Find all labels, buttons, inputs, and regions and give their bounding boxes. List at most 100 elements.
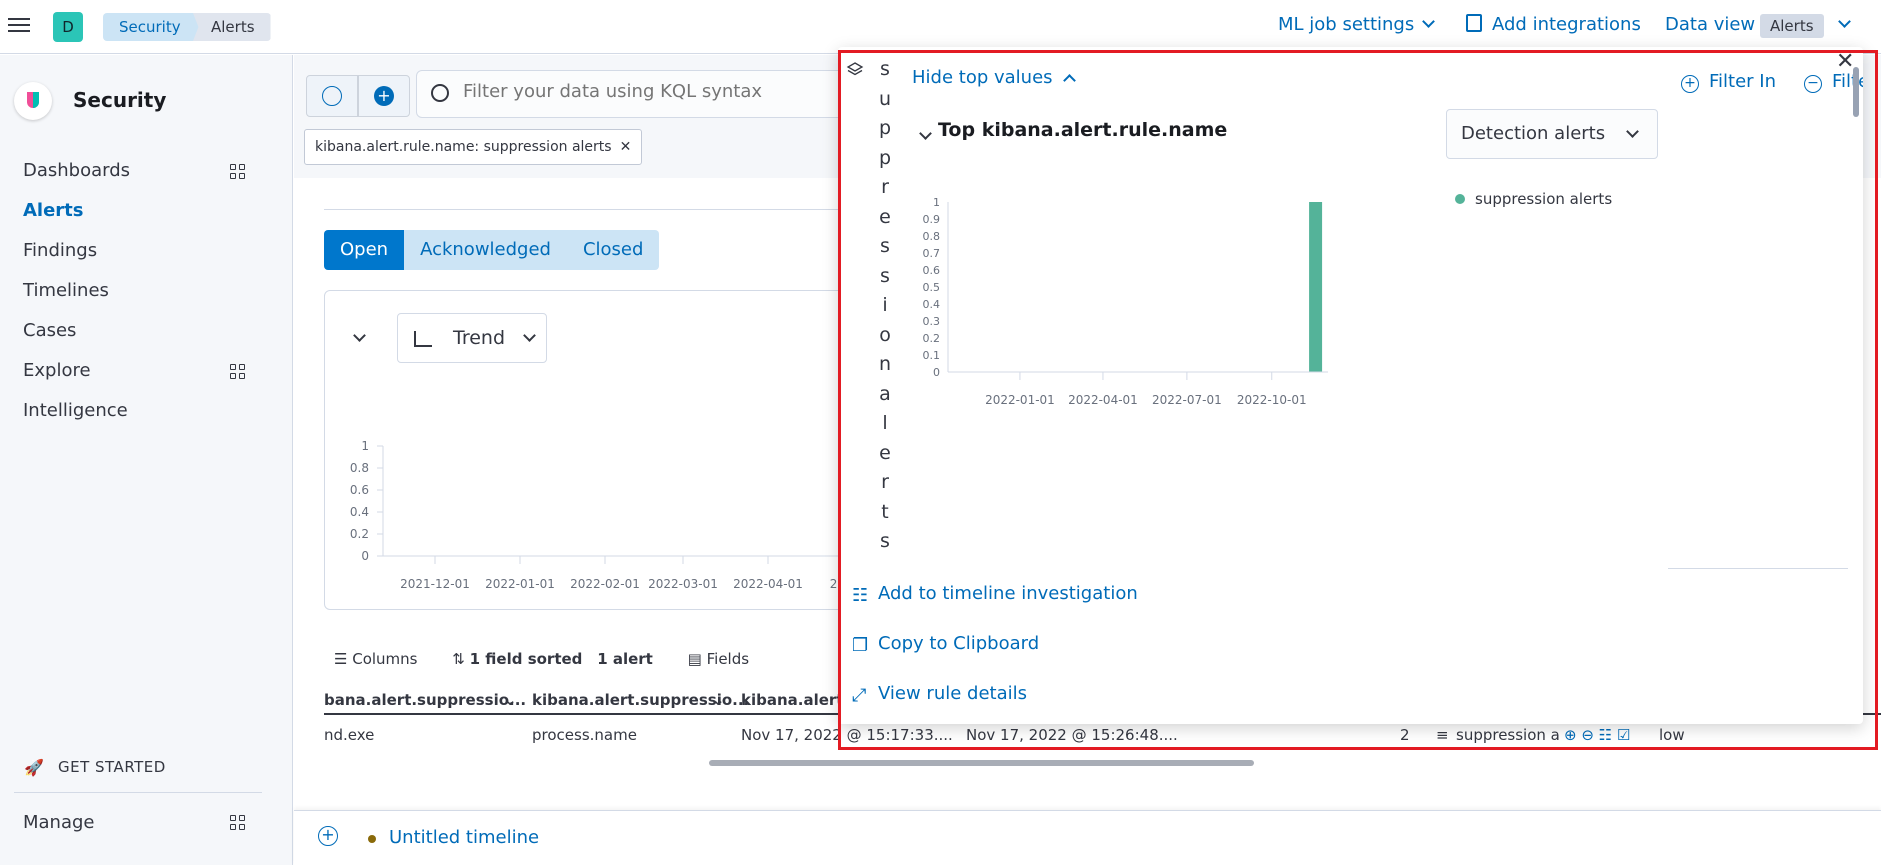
add-filter-button[interactable]: + <box>358 75 410 117</box>
ml-job-settings-button[interactable]: ML job settings <box>1278 14 1436 35</box>
chevron-down-icon[interactable]: ⌄ <box>712 691 725 709</box>
tab-closed[interactable]: Closed <box>566 230 660 270</box>
minus-circle-icon: − <box>1804 75 1822 93</box>
integrations-icon <box>1466 14 1482 32</box>
chevron-down-icon <box>919 127 932 140</box>
y-tick-label: 0.4 <box>350 505 369 519</box>
sidebar-item-intelligence[interactable]: Intelligence <box>23 400 128 421</box>
timeline-title[interactable]: Untitled timeline <box>389 827 539 848</box>
close-icon[interactable]: ✕ <box>1836 49 1854 74</box>
add-integrations-label: Add integrations <box>1492 14 1641 35</box>
space-avatar[interactable]: D <box>53 12 83 42</box>
top-values-title: Top kibana.alert.rule.name <box>938 119 1228 141</box>
collapse-chevron[interactable] <box>919 123 932 142</box>
ml-job-settings-label: ML job settings <box>1278 14 1415 35</box>
chevron-down-icon[interactable]: ⌄ <box>504 691 517 709</box>
grid-icon[interactable] <box>230 364 246 380</box>
y-tick-label: 0.4 <box>923 298 941 311</box>
legend-label: suppression alerts <box>1475 190 1613 208</box>
copy-to-clipboard-button[interactable]: Copy to Clipboard <box>878 633 1039 654</box>
trend-chart: 1 0.8 0.6 0.4 0.2 0 2021-12-01 2022-01-01 2022-… <box>350 439 860 591</box>
hide-top-values-button[interactable]: Hide top values <box>912 67 1076 88</box>
saved-query-button[interactable] <box>306 75 358 117</box>
add-integrations-button[interactable]: Add integrations <box>1466 14 1641 35</box>
y-tick-label: 0.3 <box>923 315 941 328</box>
columns-label: Columns <box>352 650 418 668</box>
sidebar-item-findings[interactable]: Findings <box>23 240 97 261</box>
table-cell: Nov 17, 2022 @ 15:26:48.... <box>966 726 1178 744</box>
close-icon[interactable]: ✕ <box>620 139 632 155</box>
divider <box>1668 568 1848 569</box>
data-view-badge[interactable]: Alerts <box>1760 14 1824 38</box>
bar <box>1309 202 1323 372</box>
expand-icon: ⤢ <box>852 685 867 706</box>
x-tick-label: 2022-10-01 <box>1237 393 1307 407</box>
view-rule-details-button[interactable]: View rule details <box>878 683 1027 704</box>
add-to-timeline-button[interactable]: Add to timeline investigation <box>878 583 1138 604</box>
security-logo-icon <box>14 82 52 120</box>
chevron-up-icon <box>1062 74 1076 87</box>
sort-button[interactable]: ⇅ 1 field sorted <box>452 650 582 668</box>
menu-icon[interactable] <box>8 14 30 34</box>
status-dot <box>368 835 376 843</box>
grid-icon[interactable] <box>230 164 246 180</box>
table-cell: Nov 17, 2022 @ 15:17:33.... <box>741 726 953 744</box>
add-timeline-icon[interactable]: + <box>318 826 338 846</box>
horizontal-scrollbar[interactable] <box>709 760 1254 766</box>
column-header[interactable]: bana.alert.suppressio... <box>324 691 526 709</box>
trend-panel: Trend 1 0.8 0.6 0.4 0.2 0 2021-12-01 2022-01-0… <box>324 290 884 610</box>
y-tick-label: 1 <box>933 196 940 209</box>
sidebar-item-alerts[interactable]: Alerts <box>23 200 84 221</box>
timeline-icon: ☷ <box>852 585 869 606</box>
table-cell: nd.exe <box>324 726 375 744</box>
rocket-icon: 🚀 <box>24 758 44 777</box>
fields-button[interactable]: ▤ Fields <box>688 650 749 668</box>
status-tabs: Open Acknowledged Closed <box>324 230 660 270</box>
filter-in-label: Filter In <box>1709 71 1777 92</box>
filter-pill-label: kibana.alert.rule.name: suppression aler… <box>315 139 612 155</box>
hide-top-values-label: Hide top values <box>912 67 1053 88</box>
filter-pill[interactable]: kibana.alert.rule.name: suppression aler… <box>304 129 643 165</box>
sort-icon: ⇅ <box>452 650 465 668</box>
columns-button[interactable]: ☰ Columns <box>334 650 418 668</box>
alert-count: 1 alert <box>597 650 653 668</box>
sidebar-item-dashboards[interactable]: Dashboards <box>23 160 130 181</box>
tab-acknowledged[interactable]: Acknowledged <box>404 230 567 270</box>
filter-in-button[interactable]: + Filter In <box>1681 71 1776 93</box>
sidebar-item-cases[interactable]: Cases <box>23 320 76 341</box>
breadcrumb-security[interactable]: Security <box>103 13 203 41</box>
sidebar-item-explore[interactable]: Explore <box>23 360 91 381</box>
sidebar-title: Security <box>73 88 167 112</box>
sidebar-item-timelines[interactable]: Timelines <box>23 280 109 301</box>
layers-icon: ≡ <box>1436 726 1449 744</box>
alerts-source-select[interactable]: Detection alerts <box>1446 109 1658 159</box>
y-tick-label: 0 <box>933 366 940 379</box>
get-started-link[interactable]: GET STARTED <box>58 758 166 776</box>
table-row: nd.exe process.name Nov 17, 2022 @ 15:17… <box>324 722 1881 752</box>
y-tick-label: 0.2 <box>923 332 941 345</box>
sidebar-item-manage[interactable]: Manage <box>23 812 95 833</box>
chevron-down-icon <box>1422 15 1436 28</box>
column-header[interactable]: kibana.alert <box>741 691 843 709</box>
table-cell: low <box>1659 726 1685 744</box>
y-tick-label: 0.7 <box>923 247 941 260</box>
tab-open[interactable]: Open <box>324 230 405 270</box>
divider <box>324 209 844 210</box>
x-tick-label: 2022-01-01 <box>985 393 1055 407</box>
vertical-scrollbar[interactable] <box>1853 67 1859 117</box>
data-view-chevron[interactable] <box>1830 14 1851 35</box>
y-tick-label: 0.6 <box>350 483 369 497</box>
search-icon <box>431 84 449 102</box>
field-value-vertical: suppressionalerts <box>878 58 892 552</box>
table-cell: 2 <box>1400 726 1410 744</box>
y-tick-label: 0.5 <box>923 281 941 294</box>
grid-icon[interactable] <box>230 815 246 831</box>
cell-actions[interactable]: ⊕ ⊖ ☷ ☑ <box>1564 726 1630 744</box>
top-header: D Security Alerts ML job settings Add in… <box>0 0 1881 54</box>
breadcrumb-alerts: Alerts <box>193 13 271 41</box>
y-tick-label: 0.1 <box>923 349 941 362</box>
chart-legend-item[interactable]: suppression alerts <box>1455 190 1612 208</box>
sidebar: Security Dashboards Alerts Findings Time… <box>0 55 293 865</box>
legend-swatch <box>1455 194 1465 204</box>
y-tick-label: 0.8 <box>350 461 369 475</box>
